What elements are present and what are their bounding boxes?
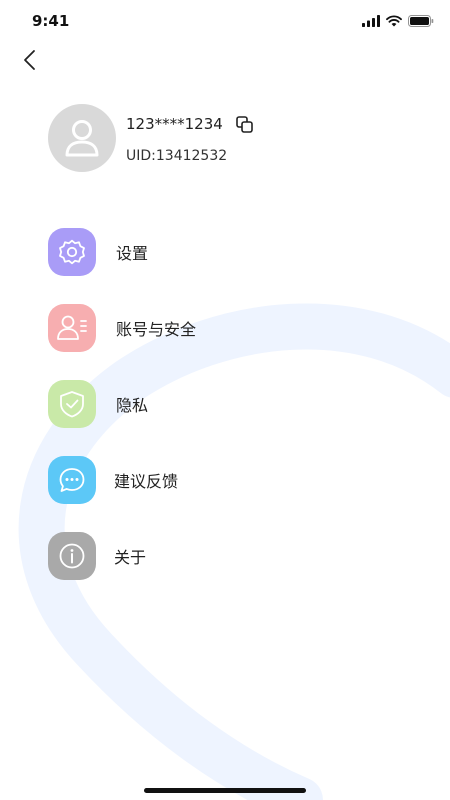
menu-icon-bg (48, 532, 96, 580)
menu-icon-bg (48, 380, 96, 428)
settings-screen: 9:41 123****1234 UID:13412532 设置 账号与安全 隐… (0, 0, 450, 800)
wifi-icon (386, 15, 402, 27)
back-button[interactable] (14, 44, 44, 76)
chat-bubble-icon (59, 468, 85, 492)
shield-check-icon (60, 391, 84, 418)
status-time: 9:41 (32, 12, 70, 30)
menu-item-privacy[interactable]: 隐私 (48, 380, 408, 428)
menu-item-label: 关于 (114, 548, 147, 567)
status-icons (362, 15, 434, 27)
chevron-left-icon (24, 50, 35, 70)
uid-text: UID:13412532 (126, 148, 228, 164)
user-id-icon (57, 315, 87, 340)
menu-item-label: 账号与安全 (116, 320, 197, 339)
menu-item-label: 设置 (116, 244, 149, 263)
menu-icon-bg (48, 304, 96, 352)
profile-card: 123****1234 UID:13412532 (48, 104, 254, 172)
menu-icon-bg (48, 228, 96, 276)
battery-icon (408, 15, 434, 27)
menu-item-account-security[interactable]: 账号与安全 (48, 304, 408, 352)
avatar[interactable] (48, 104, 116, 172)
copy-button[interactable] (236, 115, 254, 133)
gear-icon (59, 239, 85, 265)
phone-number: 123****1234 (126, 115, 223, 133)
copy-icon (236, 115, 254, 133)
menu-item-about[interactable]: 关于 (48, 532, 408, 580)
menu-icon-bg (48, 456, 96, 504)
menu-item-settings[interactable]: 设置 (48, 228, 408, 276)
phone-row: 123****1234 (126, 112, 254, 136)
status-bar: 9:41 (0, 0, 450, 44)
user-icon (65, 120, 99, 157)
settings-menu: 设置 账号与安全 隐私 建议反馈 关于 (48, 228, 408, 608)
profile-info: 123****1234 UID:13412532 (126, 112, 254, 164)
menu-item-label: 建议反馈 (114, 472, 179, 491)
home-indicator (144, 788, 306, 793)
menu-item-label: 隐私 (116, 396, 149, 415)
menu-item-feedback[interactable]: 建议反馈 (48, 456, 408, 504)
signal-icon (362, 15, 380, 27)
info-icon (59, 543, 85, 569)
